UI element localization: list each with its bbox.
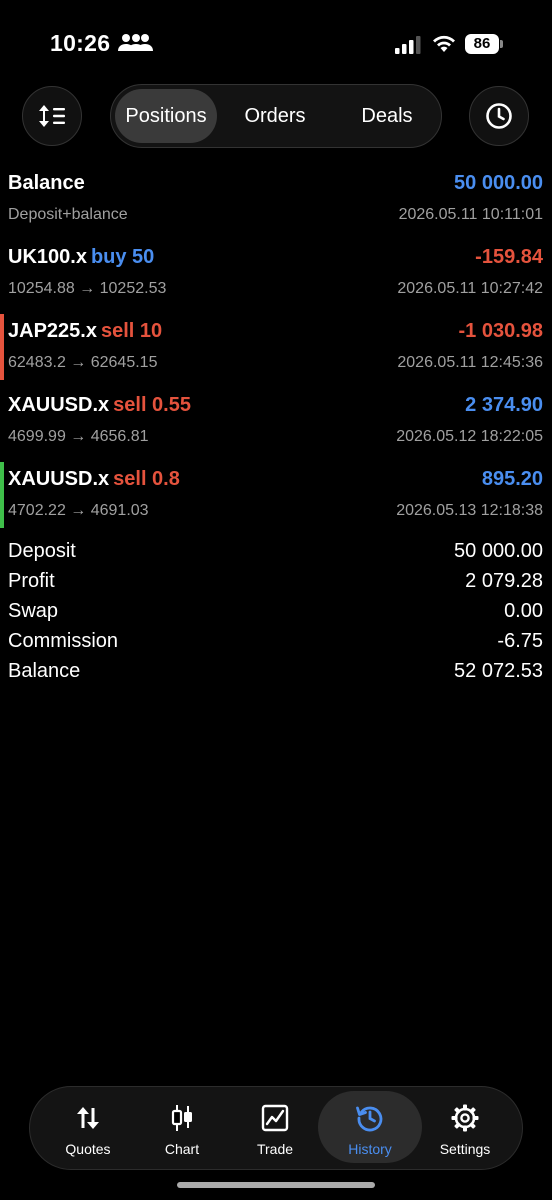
history-icon [356, 1106, 383, 1132]
tab-label: Trade [256, 1141, 294, 1157]
row-detail: Deposit+balance [8, 206, 128, 223]
settings-icon [451, 1104, 479, 1132]
row-amount: -1 030.98 [458, 320, 543, 342]
row-symbol: XAUUSD.x [8, 394, 110, 416]
summary-value: 52 072.53 [454, 660, 543, 682]
summary-value: 2 079.28 [465, 570, 543, 592]
row-marker [0, 462, 4, 528]
status-bar: 10:26 86 [0, 0, 552, 88]
summary-commission: Commission -6.75 [0, 630, 552, 660]
tab-history[interactable]: History [318, 1091, 422, 1163]
tab-quotes[interactable]: Quotes [42, 1091, 134, 1163]
tab-label: History [348, 1141, 392, 1157]
battery-tip [500, 40, 503, 48]
row-date: 2026.05.11 10:11:01 [398, 206, 543, 223]
summary-value: 50 000.00 [454, 540, 543, 562]
row-symbol: JAP225.x [8, 320, 97, 342]
row-date: 2026.05.11 12:45:36 [397, 354, 543, 371]
summary-deposit: Deposit 50 000.00 [0, 540, 552, 570]
history-row[interactable]: JAP225.x sell 10 -1 030.98 62483.2 → 6264… [0, 314, 552, 388]
wifi-icon [433, 35, 455, 52]
tab-chart[interactable]: Chart [136, 1091, 228, 1163]
summary-label: Balance [8, 660, 81, 682]
history-segmented-control: Positions Orders Deals [110, 84, 442, 148]
period-button[interactable] [469, 86, 529, 146]
row-detail: 4702.22 → 4691.03 [8, 502, 149, 519]
row-detail: 4699.99 → 4656.81 [8, 428, 149, 445]
summary-label: Deposit [8, 540, 76, 562]
summary-label: Commission [8, 630, 119, 652]
history-row-balance[interactable]: Balance 50 000.00 Deposit+balance 2026.0… [0, 166, 552, 240]
status-time: 10:26 [50, 30, 111, 56]
history-row[interactable]: XAUUSD.x sell 0.55 2 374.90 4699.99 → 465… [0, 388, 552, 462]
row-date: 2026.05.13 12:18:38 [396, 502, 543, 519]
home-indicator[interactable] [177, 1182, 375, 1188]
row-marker [0, 314, 4, 380]
trade-icon [261, 1104, 289, 1132]
history-row[interactable]: UK100.x buy 50 -159.84 10254.88 → 10252.5… [0, 240, 552, 314]
row-amount: 50 000.00 [454, 172, 543, 194]
row-detail: 62483.2 → 62645.15 [8, 354, 158, 371]
tab-settings[interactable]: Settings [419, 1091, 511, 1163]
chart-icon [171, 1105, 192, 1131]
tab-orders[interactable]: Orders [233, 89, 317, 143]
cellular-signal-icon [395, 36, 421, 54]
summary-profit: Profit 2 079.28 [0, 570, 552, 600]
row-date: 2026.05.11 10:27:42 [397, 280, 543, 297]
row-symbol: Balance [8, 172, 85, 194]
tab-positions[interactable]: Positions [115, 89, 217, 143]
row-symbol: UK100.x [8, 246, 87, 268]
tab-label: Settings [439, 1141, 491, 1157]
history-row[interactable]: XAUUSD.x sell 0.8 895.20 4702.22 → 4691.0… [0, 462, 552, 536]
row-direction: sell 0.55 [113, 394, 191, 416]
tab-trade[interactable]: Trade [229, 1091, 321, 1163]
summary-value: -6.75 [497, 630, 543, 652]
tab-label: Chart [164, 1141, 200, 1157]
sort-icon [39, 105, 65, 127]
summary-balance: Balance 52 072.53 [0, 660, 552, 690]
row-amount: 2 374.90 [465, 394, 543, 416]
summary-swap: Swap 0.00 [0, 600, 552, 630]
bottom-tab-bar: Quotes Chart Trade History Settings [29, 1086, 523, 1170]
row-amount: -159.84 [475, 246, 543, 268]
row-amount: 895.20 [481, 468, 543, 490]
row-direction: sell 10 [100, 320, 163, 342]
summary-label: Swap [8, 600, 59, 622]
sort-button[interactable] [22, 86, 82, 146]
clock-icon [486, 103, 512, 129]
summary-label: Profit [8, 570, 55, 592]
people-icon [118, 34, 153, 51]
battery-level: 86 [465, 34, 499, 54]
row-direction: sell 0.8 [113, 468, 180, 490]
quotes-icon [77, 1107, 99, 1129]
tab-label: Quotes [65, 1141, 111, 1157]
row-direction: buy 50 [90, 246, 155, 268]
row-date: 2026.05.12 18:22:05 [396, 428, 543, 445]
row-detail: 10254.88 → 10252.53 [8, 280, 167, 297]
tab-deals[interactable]: Deals [343, 89, 431, 143]
summary-value: 0.00 [504, 600, 543, 622]
row-symbol: XAUUSD.x [8, 468, 110, 490]
battery-icon: 86 [465, 34, 503, 54]
